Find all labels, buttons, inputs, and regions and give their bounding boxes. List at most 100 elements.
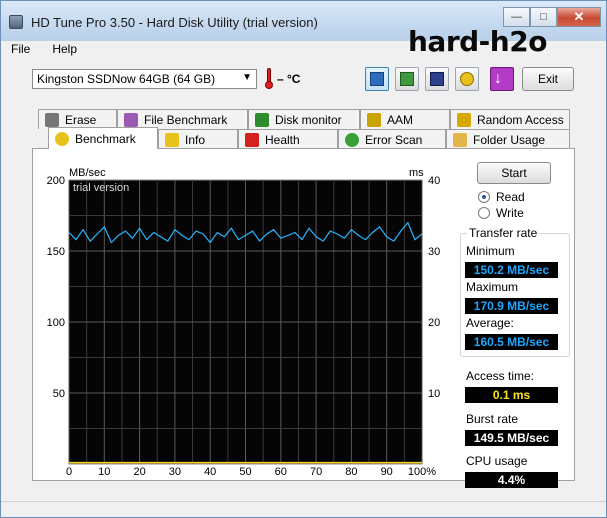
trash-icon — [45, 112, 59, 127]
options-icon — [460, 72, 474, 86]
burst-rate-label: Burst rate — [466, 412, 519, 426]
tab-disk-monitor-label: Disk monitor — [275, 112, 342, 127]
exit-down-button[interactable]: ↓ — [490, 67, 514, 91]
y-right-tick-label: 20 — [428, 317, 440, 329]
chevron-down-icon: ▼ — [242, 72, 252, 83]
minimum-label: Minimum — [466, 244, 515, 258]
x-tick-label: 70 — [310, 466, 322, 478]
read-radio-label: Read — [496, 190, 525, 204]
save-button[interactable] — [425, 67, 449, 91]
menu-help[interactable]: Help — [50, 41, 79, 59]
folder-icon — [453, 132, 467, 147]
x-tick-label: 90 — [381, 466, 393, 478]
file-benchmark-icon — [124, 112, 138, 127]
average-label: Average: — [466, 316, 514, 330]
y-left-tick-label: 50 — [53, 388, 65, 400]
window-title: HD Tune Pro 3.50 - Hard Disk Utility (tr… — [31, 15, 318, 30]
tab-folder-usage[interactable]: Folder Usage — [446, 129, 570, 149]
write-radio[interactable]: Write — [478, 206, 524, 220]
transfer-rate-label: Transfer rate — [467, 226, 540, 240]
lightbulb-icon — [55, 131, 69, 146]
tab-random-access-label: Random Access — [477, 112, 564, 127]
copy-icon — [370, 72, 384, 86]
x-tick-label: 20 — [133, 466, 145, 478]
write-radio-dot — [478, 207, 490, 219]
access-time-label: Access time: — [466, 369, 535, 383]
trial-watermark: trial version — [73, 182, 129, 194]
y-right-tick-label: 10 — [428, 388, 440, 400]
exit-button[interactable]: Exit — [522, 67, 574, 91]
tab-benchmark-label: Benchmark — [75, 131, 136, 146]
magnifier-icon — [345, 132, 359, 147]
x-tick-label: 30 — [169, 466, 181, 478]
minimize-button[interactable]: — — [503, 7, 530, 27]
disk-monitor-icon — [255, 112, 269, 127]
start-button[interactable]: Start — [477, 162, 551, 184]
close-button[interactable]: ✕ — [557, 7, 601, 27]
tab-random-access[interactable]: Random Access — [450, 109, 570, 129]
drive-select[interactable]: Kingston SSDNow 64GB (64 GB) ▼ — [32, 69, 257, 89]
tab-file-benchmark-label: File Benchmark — [144, 112, 228, 127]
tab-file-benchmark[interactable]: File Benchmark — [117, 109, 248, 129]
y-right-tick-label: 30 — [428, 246, 440, 258]
minimum-value: 150.2 MB/sec — [465, 262, 558, 278]
temperature-value: – °C — [277, 72, 301, 86]
app-window: HD Tune Pro 3.50 - Hard Disk Utility (tr… — [0, 0, 607, 518]
grid-lines — [68, 180, 423, 464]
tab-health-label: Health — [265, 132, 300, 147]
tab-folder-usage-label: Folder Usage — [473, 132, 546, 147]
x-tick-label: 60 — [275, 466, 287, 478]
x-tick-label: 0 — [66, 466, 72, 478]
access-time-value: 0.1 ms — [465, 387, 558, 403]
tab-aam[interactable]: AAM — [360, 109, 450, 129]
tab-erase[interactable]: Erase — [38, 109, 117, 129]
app-icon — [9, 15, 23, 29]
x-tick-label: 50 — [239, 466, 251, 478]
menu-bar: File Help — [9, 41, 79, 59]
status-bar — [1, 501, 606, 517]
maximum-value: 170.9 MB/sec — [465, 298, 558, 314]
options-button[interactable] — [455, 67, 479, 91]
maximize-button[interactable]: □ — [530, 7, 557, 27]
tab-info[interactable]: Info — [158, 129, 238, 149]
health-cross-icon — [245, 132, 259, 147]
drive-select-value: Kingston SSDNow 64GB (64 GB) — [37, 72, 216, 86]
x-tick-label: 10 — [98, 466, 110, 478]
y-right-tick-label: 40 — [428, 175, 440, 187]
tab-error-scan[interactable]: Error Scan — [338, 129, 446, 149]
write-radio-label: Write — [496, 206, 524, 220]
y-left-tick-label: 200 — [47, 175, 65, 187]
copy-all-icon — [400, 72, 414, 86]
window-controls: — □ ✕ — [503, 7, 601, 27]
y-left-tick-label: 150 — [47, 246, 65, 258]
average-value: 160.5 MB/sec — [465, 334, 558, 350]
burst-rate-value: 149.5 MB/sec — [465, 430, 558, 446]
benchmark-chart: MB/sec ms trial version 0 10 20 30 40 50 60 70 8… — [47, 167, 441, 478]
tab-erase-label: Erase — [65, 112, 97, 127]
speaker-icon — [367, 112, 381, 127]
x-tick-label: 80 — [345, 466, 357, 478]
read-radio-dot — [478, 191, 490, 203]
copy-button[interactable] — [365, 67, 389, 91]
cpu-usage-label: CPU usage — [466, 454, 528, 468]
x-tick-label: 100% — [408, 466, 436, 478]
tab-error-scan-label: Error Scan — [365, 132, 423, 147]
y-left-unit-label: MB/sec — [69, 167, 106, 179]
menu-file[interactable]: File — [9, 41, 32, 59]
tab-health[interactable]: Health — [238, 129, 338, 149]
read-radio[interactable]: Read — [478, 190, 525, 204]
random-access-icon — [457, 112, 471, 127]
info-icon — [165, 132, 179, 147]
x-tick-label: 40 — [204, 466, 216, 478]
brand-logo: hard-h2o — [408, 25, 547, 58]
thermometer-icon — [265, 68, 273, 90]
tab-disk-monitor[interactable]: Disk monitor — [248, 109, 360, 129]
tab-benchmark[interactable]: Benchmark — [48, 127, 158, 149]
exit-down-icon: ↓ — [494, 70, 502, 87]
maximum-label: Maximum — [466, 280, 519, 294]
y-left-tick-label: 100 — [47, 317, 65, 329]
cpu-usage-value: 4.4% — [465, 472, 558, 488]
copy-all-button[interactable] — [395, 67, 419, 91]
tab-info-label: Info — [185, 132, 206, 147]
save-icon — [430, 72, 444, 86]
